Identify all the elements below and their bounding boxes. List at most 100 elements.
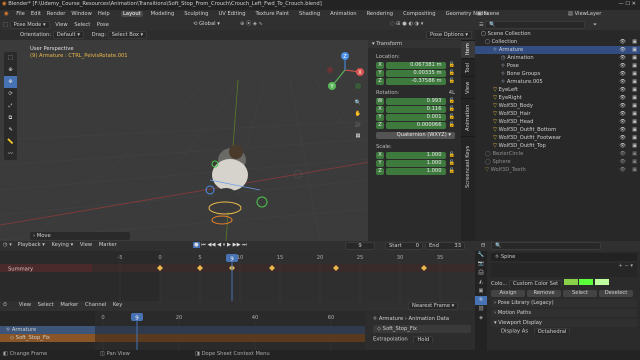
- lock-icon[interactable]: 🔓: [449, 122, 455, 129]
- workspace-tab-texture-paint[interactable]: Texture Paint: [254, 11, 291, 17]
- outliner-item[interactable]: ◯ BezierCircle 👁 ▣: [475, 150, 640, 158]
- visibility-eye-icon[interactable]: 👁: [619, 46, 626, 54]
- sidebar-tab-animation[interactable]: Animation: [461, 98, 475, 136]
- object-tab-icon[interactable]: ▣: [475, 287, 487, 296]
- visibility-eye-icon[interactable]: 👁: [619, 134, 626, 142]
- dopesheet-keys-area[interactable]: 020406080100120 9: [95, 311, 365, 350]
- outliner-item[interactable]: ▢ Collection 👁 ▣: [475, 38, 640, 46]
- menu-render[interactable]: Render: [47, 11, 65, 17]
- channel-armature[interactable]: ⛗ Armature: [0, 326, 95, 334]
- workspace-tab-animation[interactable]: Animation: [328, 11, 358, 17]
- lock-icon[interactable]: 🔓: [449, 152, 455, 159]
- color-swatch-normal[interactable]: [563, 279, 578, 285]
- render-tab-icon[interactable]: 📷: [475, 260, 487, 269]
- dopesheet-channel-menu[interactable]: Channel: [85, 302, 106, 308]
- panel-motion-paths[interactable]: › Motion Paths: [491, 309, 637, 317]
- timeline-area[interactable]: -5 0 5 10 15 20 25 30 35 9 Summary: [0, 251, 475, 301]
- menu-window[interactable]: Window: [71, 11, 91, 17]
- render-camera-icon[interactable]: ▣: [632, 118, 637, 126]
- sidebar-tab-view[interactable]: View: [461, 76, 475, 98]
- outliner-editor-icon[interactable]: ☰: [479, 21, 484, 30]
- character-model[interactable]: [205, 145, 268, 225]
- dopesheet-view-menu[interactable]: View: [19, 302, 31, 308]
- menu-edit[interactable]: Edit: [31, 11, 41, 17]
- outliner-item[interactable]: ▽ Wolf3D_Hair 👁 ▣: [475, 110, 640, 118]
- dope-sheet[interactable]: ⏱ View Select Marker Channel Key ⛗ Armat…: [0, 301, 365, 350]
- current-frame-field[interactable]: 9: [345, 241, 375, 250]
- loc-z-field[interactable]: Z -0.37586 m 🔓: [376, 78, 455, 85]
- render-camera-icon[interactable]: ▣: [632, 38, 637, 46]
- outliner-item[interactable]: ⛗ Pose 👁 ▣: [475, 62, 640, 70]
- tool-select-box-icon[interactable]: ⬚: [4, 52, 17, 64]
- rot-x-field[interactable]: X 0.116 🔓: [376, 106, 455, 113]
- outliner-item[interactable]: ▽ Wolf3D_Outfit_Footwear 👁 ▣: [475, 134, 640, 142]
- select-button[interactable]: Select: [563, 290, 597, 297]
- outliner-item[interactable]: ▽ Wolf3D_Head 👁 ▣: [475, 118, 640, 126]
- menu-pose[interactable]: Pose: [97, 22, 109, 28]
- display-as-dropdown[interactable]: Octahedral: [533, 327, 571, 335]
- render-camera-icon[interactable]: ▣: [632, 62, 637, 70]
- lock-icon[interactable]: 🔓: [449, 98, 455, 105]
- dropdown-arrow-icon[interactable]: ▾: [9, 241, 12, 250]
- pose-options-button[interactable]: Pose Options ▾: [426, 31, 472, 39]
- lock-icon[interactable]: 🔓: [449, 160, 455, 167]
- timeline[interactable]: ◷ ▾ Playback ▾ Keying ▾ View Marker ● ⏮ …: [0, 241, 475, 301]
- tool-cursor-icon[interactable]: ⊕: [4, 64, 17, 76]
- rot-z-field[interactable]: Z 0.000066 🔓: [376, 122, 455, 129]
- record-icon[interactable]: ●: [193, 242, 200, 248]
- timeline-marker-menu[interactable]: Marker: [99, 242, 117, 248]
- sidebar-tab-screencast-keys[interactable]: Screencast Keys: [461, 136, 475, 196]
- render-camera-icon[interactable]: ▣: [632, 158, 637, 166]
- tool-rotate-icon[interactable]: ⟳: [4, 88, 17, 100]
- 3d-viewport[interactable]: ⬚ Pose Mode ▾ View Select Pose ⟲ Global …: [0, 20, 475, 241]
- constraint-tab-icon[interactable]: ⛓: [475, 305, 487, 314]
- zoom-icon[interactable]: 🔍: [352, 98, 364, 109]
- outliner-item[interactable]: ▽ Wolf3D_Teeth 👁 ▣: [475, 166, 640, 174]
- playback-controls[interactable]: ● ⏮ ◀◀ ◀ ⏸ ▶ ▶▶ ⏭: [193, 241, 247, 250]
- extrapolation-dropdown[interactable]: Hold: [413, 335, 434, 343]
- list-controls[interactable]: + − ▾: [618, 263, 633, 269]
- visibility-eye-icon[interactable]: 👁: [619, 110, 626, 118]
- deselect-button[interactable]: Deselect: [599, 290, 633, 297]
- channel-action[interactable]: ◇ Soft_Stop_Fix: [0, 334, 95, 342]
- action-selector[interactable]: ◇ Soft_Stop_Fix: [373, 325, 471, 333]
- tool-scale-icon[interactable]: ⤢: [4, 100, 17, 112]
- workspace-tab-uv-editing[interactable]: UV Editing: [216, 11, 247, 17]
- visibility-eye-icon[interactable]: 👁: [619, 158, 626, 166]
- visibility-eye-icon[interactable]: 👁: [619, 142, 626, 150]
- menu-file[interactable]: File: [16, 11, 25, 17]
- output-tab-icon[interactable]: 🖨: [475, 269, 487, 278]
- render-camera-icon[interactable]: ▣: [632, 46, 637, 54]
- editor-type-icon[interactable]: ⬚: [3, 21, 8, 30]
- render-camera-icon[interactable]: ▣: [632, 102, 637, 110]
- tool-relax-icon[interactable]: 〰: [4, 148, 17, 160]
- visibility-eye-icon[interactable]: 👁: [619, 126, 626, 134]
- loc-x-field[interactable]: X 0.067381 m 🔓: [376, 62, 455, 69]
- tool-transform-icon[interactable]: ⧉: [4, 112, 17, 124]
- lock-icon[interactable]: 🔓: [449, 114, 455, 121]
- loc-y-field[interactable]: Y 0.00335 m 🔓: [376, 70, 455, 77]
- outliner-item[interactable]: ⛗ Armature 👁 ▣: [475, 46, 640, 54]
- filter-icon[interactable]: ⏷: [593, 21, 597, 30]
- outliner-item[interactable]: ◯ Sphere 👁 ▣: [475, 158, 640, 166]
- panel-viewport-display[interactable]: ▾ Viewport Display: [491, 319, 637, 327]
- blender-menu-icon[interactable]: ◉: [4, 10, 9, 19]
- render-camera-icon[interactable]: ▣: [632, 126, 637, 134]
- scl-z-field[interactable]: Z 1.000 🔓: [376, 168, 455, 175]
- lock-icon[interactable]: 🔓: [449, 62, 455, 69]
- properties-editor-icon[interactable]: ⊟: [481, 243, 485, 249]
- visibility-eye-icon[interactable]: 👁: [619, 150, 626, 158]
- workspace-tab-compositing[interactable]: Compositing: [401, 11, 438, 17]
- dopesheet-key-menu[interactable]: Key: [113, 302, 122, 308]
- outliner-item[interactable]: ▽ EyeRight 👁 ▣: [475, 94, 640, 102]
- render-camera-icon[interactable]: ▣: [632, 94, 637, 102]
- rot-w-field[interactable]: W 0.993 🔓: [376, 98, 455, 105]
- render-camera-icon[interactable]: ▣: [632, 142, 637, 150]
- keying-menu[interactable]: Keying: [52, 242, 69, 248]
- properties-search-input[interactable]: 🔍: [491, 241, 602, 250]
- lock-icon[interactable]: 🔓: [449, 106, 455, 113]
- timeline-view-menu[interactable]: View: [80, 242, 92, 248]
- visibility-eye-icon[interactable]: 👁: [619, 78, 626, 86]
- interpolation-dropdown[interactable]: Nearest Frame ▾: [408, 301, 459, 310]
- lock-icon[interactable]: 🔓: [449, 70, 455, 77]
